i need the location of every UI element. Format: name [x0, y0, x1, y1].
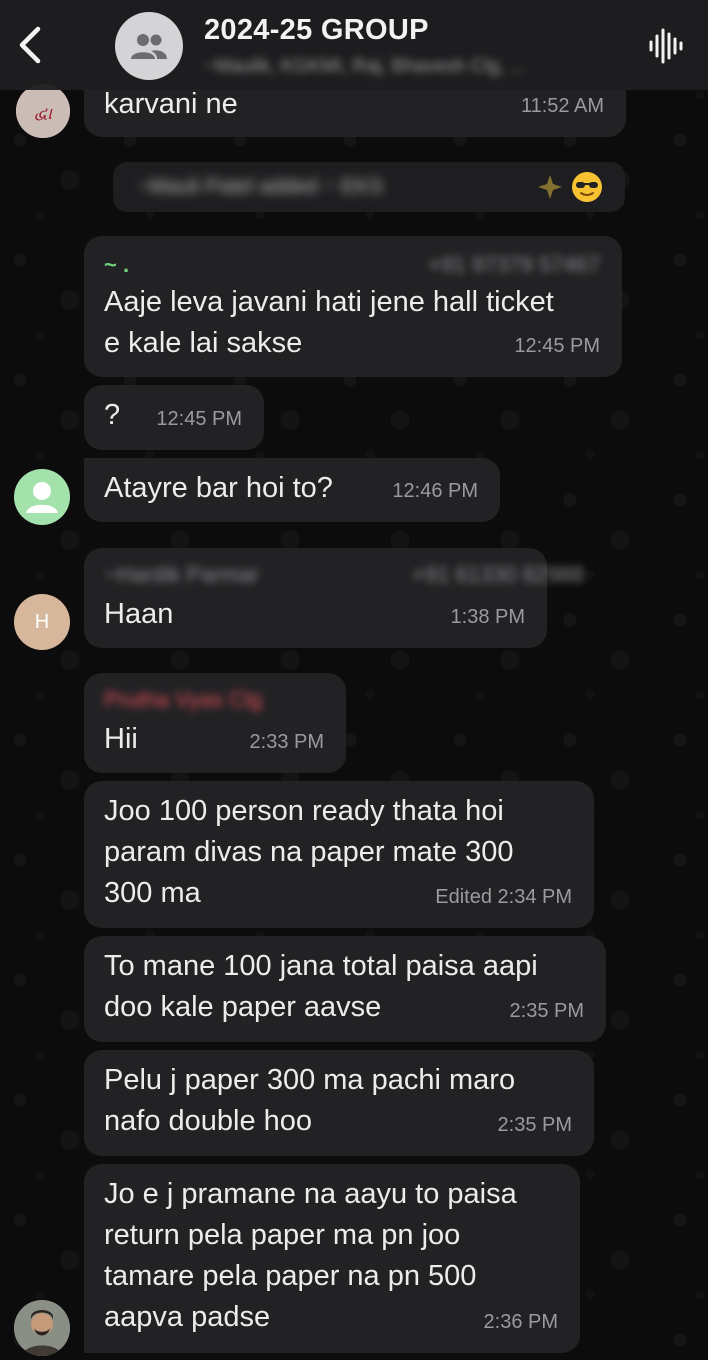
message-text: Hii	[104, 723, 138, 755]
message-time: 12:45 PM	[514, 335, 600, 357]
sender-name[interactable]: Prutha Vyas Clg	[104, 685, 262, 715]
voice-chat-button[interactable]	[646, 26, 688, 66]
message-time: 2:35 PM	[509, 1000, 584, 1022]
message-bubble[interactable]: Pelu j paper 300 ma pachi maro nafo doub…	[84, 1050, 594, 1156]
group-icon	[131, 34, 167, 59]
message-time: 2:36 PM	[483, 1311, 558, 1333]
message-text: Pelu j paper 300 ma pachi maro nafo doub…	[104, 1064, 516, 1137]
message-bubble[interactable]: ? 12:45 PM	[84, 385, 264, 450]
message-time: 2:33 PM	[249, 731, 324, 753]
message-text: karvani ne	[104, 88, 238, 120]
message-time: 2:35 PM	[497, 1114, 572, 1136]
group-participants[interactable]: ~Maulik, KGKMI, Raj, Bhavesh Clg, ...	[204, 56, 614, 78]
message-bubble[interactable]: ~Hardik Parmar +91 61330 82988 Haan 1:38…	[84, 548, 584, 648]
message-text: Atayre bar hoi to?	[104, 472, 333, 504]
chat-header: 2024-25 GROUP ~Maulik, KGKMI, Raj, Bhave…	[0, 0, 708, 90]
message-time: Edited 2:34 PM	[435, 886, 572, 908]
person-icon	[26, 482, 58, 513]
message-bubble[interactable]: Joo 100 person ready thata hoi param div…	[84, 781, 594, 928]
message-bubble[interactable]: karvani ne 11:52 AM	[84, 84, 626, 137]
back-button[interactable]	[8, 18, 52, 72]
sender-avatar[interactable]	[14, 1300, 70, 1356]
sender-avatar[interactable]	[14, 469, 70, 525]
message-bubble[interactable]: Atayre bar hoi to? 12:46 PM	[84, 458, 500, 522]
avatar-initial: H	[34, 610, 50, 633]
group-avatar[interactable]	[115, 12, 183, 80]
avatar-image: દ્વા	[16, 84, 70, 138]
system-notice-text: ~Mauli Patel added ~ EKS	[137, 175, 384, 198]
sunglasses-emoji-icon	[572, 172, 602, 202]
sender-avatar[interactable]: H	[14, 594, 70, 650]
audio-waveform-icon	[649, 28, 683, 64]
message-text: ?	[104, 399, 121, 431]
system-notice: ~Mauli Patel added ~ EKS	[113, 162, 625, 212]
message-bubble[interactable]: Prutha Vyas Clg Hii 2:33 PM	[84, 673, 346, 773]
sender-phone: +91 61330 82988	[412, 562, 584, 587]
profile-photo	[14, 1300, 70, 1356]
message-time: 1:38 PM	[450, 606, 525, 628]
message-text: Jo e j pramane na aayu to paisa return p…	[104, 1178, 517, 1333]
message-bubble[interactable]: Jo e j pramane na aayu to paisa return p…	[84, 1164, 580, 1353]
message-text: Aaje leva javani hati jene hall ticket e…	[104, 286, 554, 359]
message-time: 12:45 PM	[156, 408, 242, 430]
message-text: Haan	[104, 598, 174, 630]
sender-name[interactable]: ~ .	[104, 250, 129, 280]
message-bubble[interactable]: To mane 100 jana total paisa aapi doo ka…	[84, 936, 606, 1042]
sender-avatar[interactable]: દ્વા	[16, 84, 70, 138]
message-bubble[interactable]: ~ . +91 97379 57467 Aaje leva javani hat…	[84, 236, 622, 377]
svg-text:દ્વા: દ્વા	[34, 104, 53, 124]
message-text: To mane 100 jana total paisa aapi doo ka…	[104, 950, 538, 1023]
message-time: 11:52 AM	[520, 95, 604, 117]
group-title[interactable]: 2024-25 GROUP	[204, 14, 429, 47]
chevron-left-icon	[19, 26, 41, 64]
sender-name[interactable]: ~Hardik Parmar	[104, 560, 259, 590]
sender-phone: +91 97379 57467	[428, 252, 600, 277]
sparkle-emoji-icon	[538, 175, 562, 199]
message-time: 12:46 PM	[392, 480, 478, 502]
